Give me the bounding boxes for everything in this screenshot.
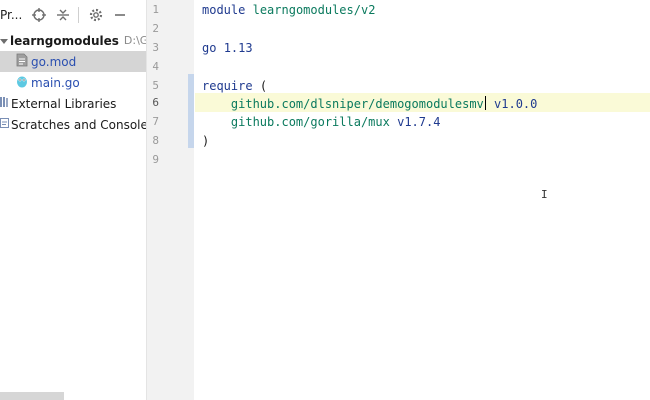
project-tree: learngomodules D:\GoLa go.mod main.go Ex… [0, 30, 146, 135]
project-toolbar: Pr... [0, 0, 146, 30]
tree-item-main-go[interactable]: main.go [0, 72, 146, 93]
line-number: 2 [152, 22, 159, 35]
package-path: github.com/dlsniper/demogomodulesmv [230, 97, 484, 111]
code-line-3[interactable]: go 1.13 [202, 41, 253, 55]
keyword-module: module [202, 3, 246, 17]
line-number-current: 6 [152, 96, 159, 109]
tree-item-external-libraries[interactable]: External Libraries [0, 93, 146, 114]
chevron-down-icon[interactable] [0, 34, 8, 48]
module-path: learngomodules/v2 [252, 3, 376, 17]
collapse-icon[interactable] [52, 4, 74, 26]
code-line-6[interactable]: github.com/dlsniper/demogomodulesmv v1.0… [202, 96, 537, 111]
line-number: 3 [152, 41, 159, 54]
line-number: 9 [152, 153, 159, 166]
package-version: v1.7.4 [397, 115, 441, 129]
line-number: 7 [152, 115, 159, 128]
code-line-1[interactable]: module learngomodules/v2 [202, 3, 375, 17]
main-go-label: main.go [31, 75, 80, 90]
change-marker[interactable] [188, 74, 194, 148]
keyword-go: go [202, 41, 217, 55]
project-panel: Pr... learngomodules D:\GoLa go.m [0, 0, 147, 400]
toolbar-divider [78, 7, 80, 23]
horizontal-scrollbar[interactable] [0, 392, 64, 400]
project-panel-title[interactable]: Pr... [0, 8, 22, 22]
root-label: learngomodules [10, 33, 119, 48]
library-icon [0, 95, 9, 112]
tree-item-scratches[interactable]: Scratches and Consoles [0, 114, 146, 135]
mouse-ibeam-cursor: I [541, 188, 548, 201]
gear-icon[interactable] [85, 4, 107, 26]
scratches-icon [0, 116, 9, 133]
package-path: github.com/gorilla/mux [230, 115, 390, 129]
gopher-icon [16, 74, 28, 91]
editor-gutter: 1 2 3 4 5 6 7 8 9 [147, 0, 194, 400]
go-mod-label: go.mod [31, 54, 77, 69]
root-path: D:\GoLa [123, 34, 146, 47]
keyword-require: require [202, 79, 253, 93]
line-number: 4 [152, 60, 159, 73]
scratches-label: Scratches and Consoles [11, 117, 147, 132]
open-paren: ( [259, 79, 268, 93]
target-icon[interactable] [28, 4, 50, 26]
package-version: v1.0.0 [494, 97, 538, 111]
code-line-5[interactable]: require ( [202, 79, 267, 93]
go-version: 1.13 [223, 41, 253, 55]
external-libraries-label: External Libraries [11, 96, 117, 111]
tree-item-root[interactable]: learngomodules D:\GoLa [0, 30, 146, 51]
tree-item-go-mod[interactable]: go.mod [0, 51, 146, 72]
code-line-7[interactable]: github.com/gorilla/mux v1.7.4 [202, 115, 441, 129]
minimize-icon[interactable] [109, 4, 131, 26]
code-editor[interactable]: module learngomodules/v2 go 1.13 require… [195, 0, 650, 400]
code-line-8[interactable]: ) [202, 134, 209, 148]
text-caret [484, 96, 486, 110]
line-number: 5 [152, 79, 159, 92]
line-number: 8 [152, 134, 159, 147]
file-icon [16, 53, 28, 70]
line-number: 1 [152, 3, 159, 16]
close-paren: ) [202, 134, 210, 148]
